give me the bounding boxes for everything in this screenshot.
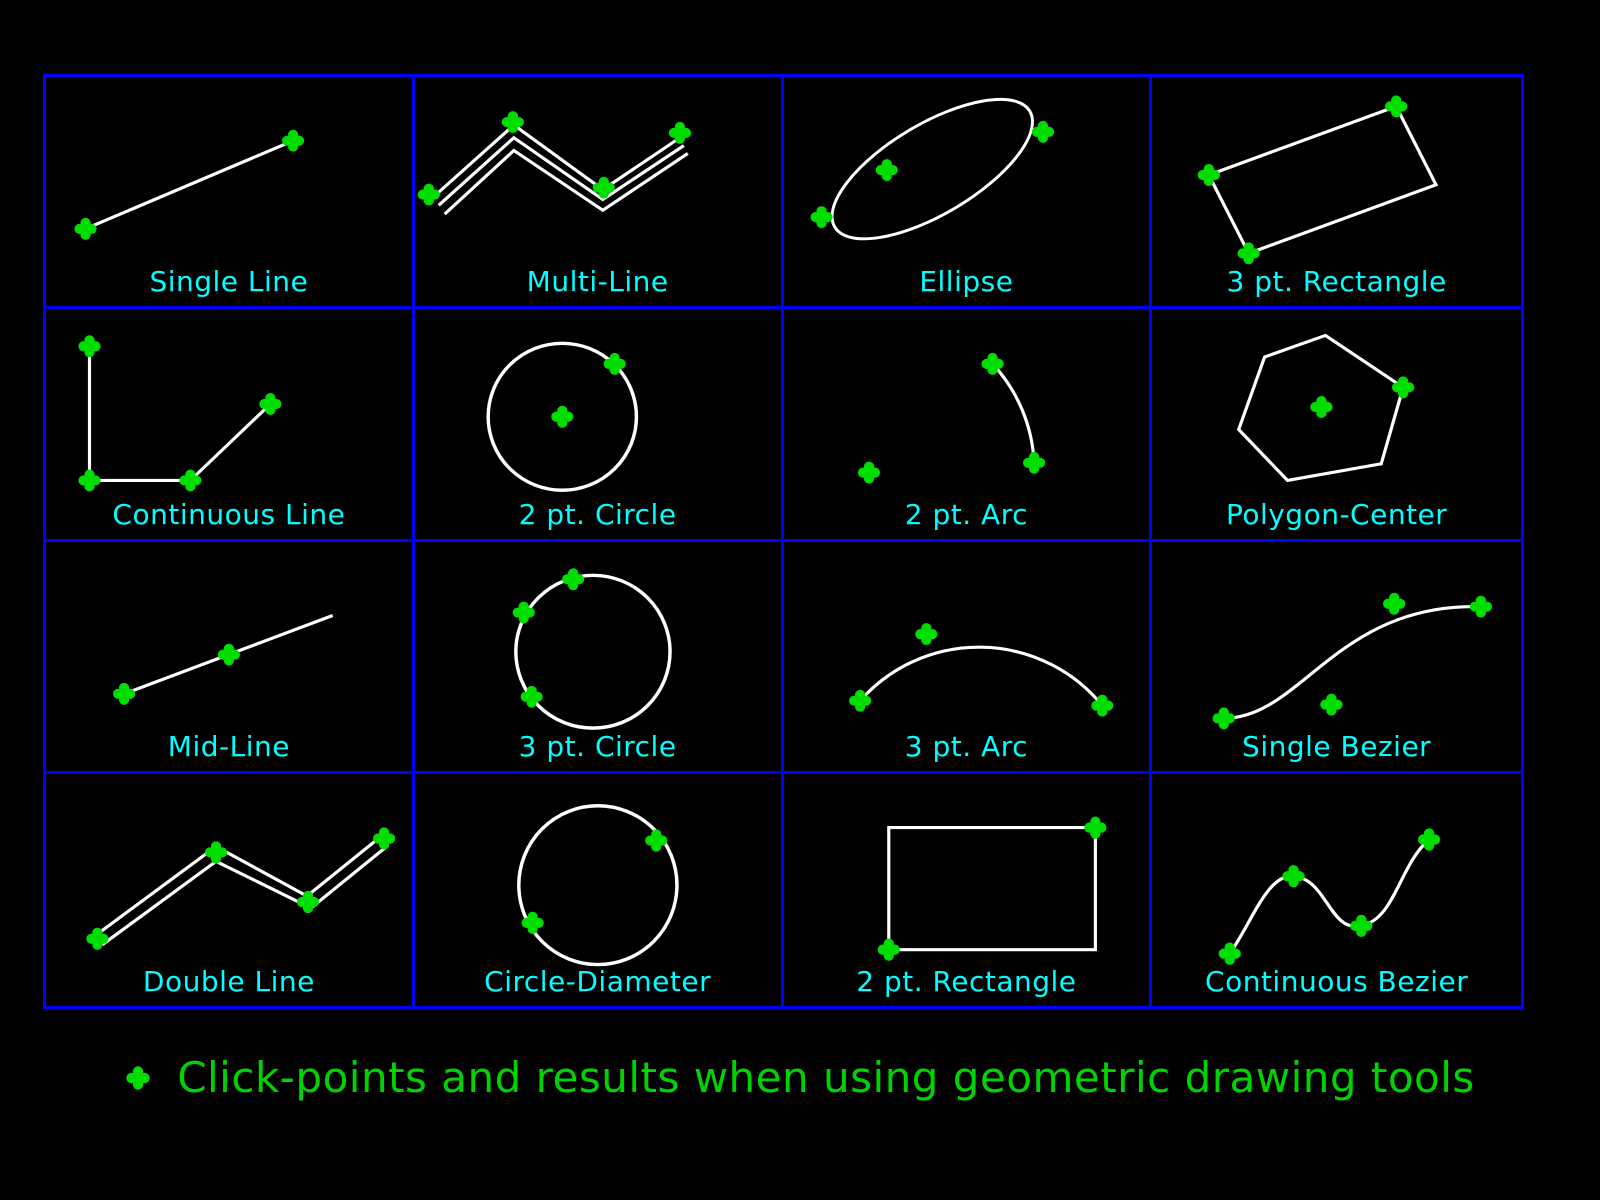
- click-point-marker: [1022, 452, 1045, 475]
- tool-cell-3pt-arc[interactable]: 3 pt. Arc: [783, 541, 1153, 774]
- click-point-marker: [1282, 864, 1305, 888]
- caption-text: Click-points and results when using geom…: [177, 1053, 1475, 1102]
- click-point-marker: [1469, 595, 1493, 618]
- shape-path: [1224, 604, 1482, 720]
- click-point-marker: [204, 841, 228, 864]
- click-point-marker: [282, 129, 305, 152]
- click-point-marker: [1197, 163, 1221, 186]
- click-point-marker: [373, 827, 396, 850]
- click-point-marker: [113, 682, 136, 705]
- click-point-marker: [550, 406, 574, 428]
- shape-ellipse: [830, 97, 1034, 241]
- tool-label-single-bezier: Single Bezier: [1242, 729, 1432, 763]
- slide-root: Single Line Multi-Line Ellipse 3 pt. Rectan…: [0, 0, 1600, 1200]
- tool-label-double-line: Double Line: [142, 965, 315, 998]
- click-point-marker: [1350, 914, 1373, 937]
- click-point-marker: [74, 217, 97, 240]
- shape-path: [1228, 838, 1431, 955]
- tool-cell-circle-diameter[interactable]: Circle-Diameter: [415, 773, 784, 1006]
- click-point-marker: [1392, 376, 1415, 399]
- tool-cell-continuous-line[interactable]: Continuous Line: [46, 309, 415, 542]
- tool-cell-continuous-bezier[interactable]: Continuous Bezier: [1152, 774, 1521, 1006]
- tool-cell-double-line[interactable]: Double Line: [46, 773, 415, 1006]
- tool-label-3pt-arc: 3 pt. Arc: [904, 729, 1028, 763]
- tool-cell-3pt-rectangle[interactable]: 3 pt. Rectangle: [1152, 77, 1521, 310]
- click-point-marker: [877, 938, 900, 961]
- shape-path: [431, 122, 681, 199]
- click-point-marker: [78, 335, 101, 358]
- tool-label-3pt-rectangle: 3 pt. Rectangle: [1226, 265, 1447, 299]
- tool-label-single-line: Single Line: [149, 265, 309, 299]
- click-point-icon: [126, 1065, 150, 1090]
- click-point-marker: [668, 121, 691, 144]
- tool-label-ellipse: Ellipse: [919, 265, 1014, 299]
- click-point-marker: [217, 643, 240, 666]
- tool-cell-2pt-arc[interactable]: 2 pt. Arc: [783, 309, 1153, 542]
- tool-label-continuous-bezier: Continuous Bezier: [1205, 965, 1469, 998]
- tool-label-multi-line: Multi-Line: [526, 265, 669, 299]
- tool-cell-2pt-rectangle[interactable]: 2 pt. Rectangle: [784, 773, 1153, 1006]
- shape-path: [886, 825, 1097, 952]
- click-point-marker: [809, 206, 833, 229]
- tool-cell-3pt-circle[interactable]: 3 pt. Circle: [414, 541, 784, 774]
- click-point-marker: [1310, 396, 1333, 419]
- shape-path: [101, 843, 390, 946]
- shape-path: [437, 135, 685, 207]
- click-point-marker: [78, 469, 101, 492]
- tool-label-2pt-arc: 2 pt. Arc: [904, 497, 1028, 531]
- click-point-marker: [1031, 120, 1054, 143]
- click-point-marker: [914, 622, 937, 645]
- click-point-marker: [1237, 242, 1261, 265]
- click-point-marker: [1083, 816, 1106, 839]
- tool-label-2pt-circle: 2 pt. Circle: [518, 497, 677, 531]
- shape-path: [1206, 104, 1439, 256]
- click-point-marker: [875, 159, 898, 182]
- shape-path: [443, 148, 689, 216]
- click-point-marker: [644, 829, 668, 852]
- click-point-marker: [561, 567, 584, 590]
- tool-label-mid-line: Mid-Line: [167, 729, 290, 763]
- tool-label-circle-diameter: Circle-Diameter: [484, 965, 712, 998]
- click-point-marker: [417, 183, 440, 206]
- caption: Click-points and results when using geom…: [0, 1053, 1600, 1102]
- click-point-marker: [1320, 693, 1343, 716]
- shape-path: [84, 139, 294, 231]
- tool-cell-multi-line[interactable]: Multi-Line: [414, 77, 784, 310]
- shape-path: [858, 645, 1104, 707]
- shape-circle: [513, 573, 672, 730]
- click-point-marker: [1218, 942, 1242, 965]
- click-point-marker: [1383, 592, 1406, 615]
- tool-cell-single-line[interactable]: Single Line: [46, 77, 415, 310]
- tool-label-2pt-rectangle: 2 pt. Rectangle: [856, 965, 1077, 998]
- tool-label-continuous-line: Continuous Line: [112, 497, 346, 531]
- click-point-marker: [296, 890, 320, 913]
- tool-label-polygon-center: Polygon-Center: [1225, 497, 1448, 531]
- tool-cell-polygon-center[interactable]: Polygon-Center: [1152, 309, 1521, 542]
- tool-cell-ellipse[interactable]: Ellipse: [783, 77, 1153, 310]
- tool-cell-2pt-circle[interactable]: 2 pt. Circle: [414, 309, 784, 542]
- shape-path: [87, 346, 272, 483]
- click-point-marker: [857, 461, 880, 484]
- click-point-marker: [86, 927, 109, 950]
- drawing-tools-grid: Single Line Multi-Line Ellipse 3 pt. Rectan…: [43, 74, 1524, 1009]
- click-point-marker: [1212, 706, 1236, 729]
- tool-label-3pt-circle: 3 pt. Circle: [518, 729, 677, 763]
- shape-circle: [516, 803, 679, 967]
- tool-cell-single-bezier[interactable]: Single Bezier: [1152, 542, 1521, 774]
- click-point-marker: [1385, 95, 1408, 118]
- tool-cell-mid-line[interactable]: Mid-Line: [46, 541, 415, 774]
- shape-path: [990, 363, 1036, 464]
